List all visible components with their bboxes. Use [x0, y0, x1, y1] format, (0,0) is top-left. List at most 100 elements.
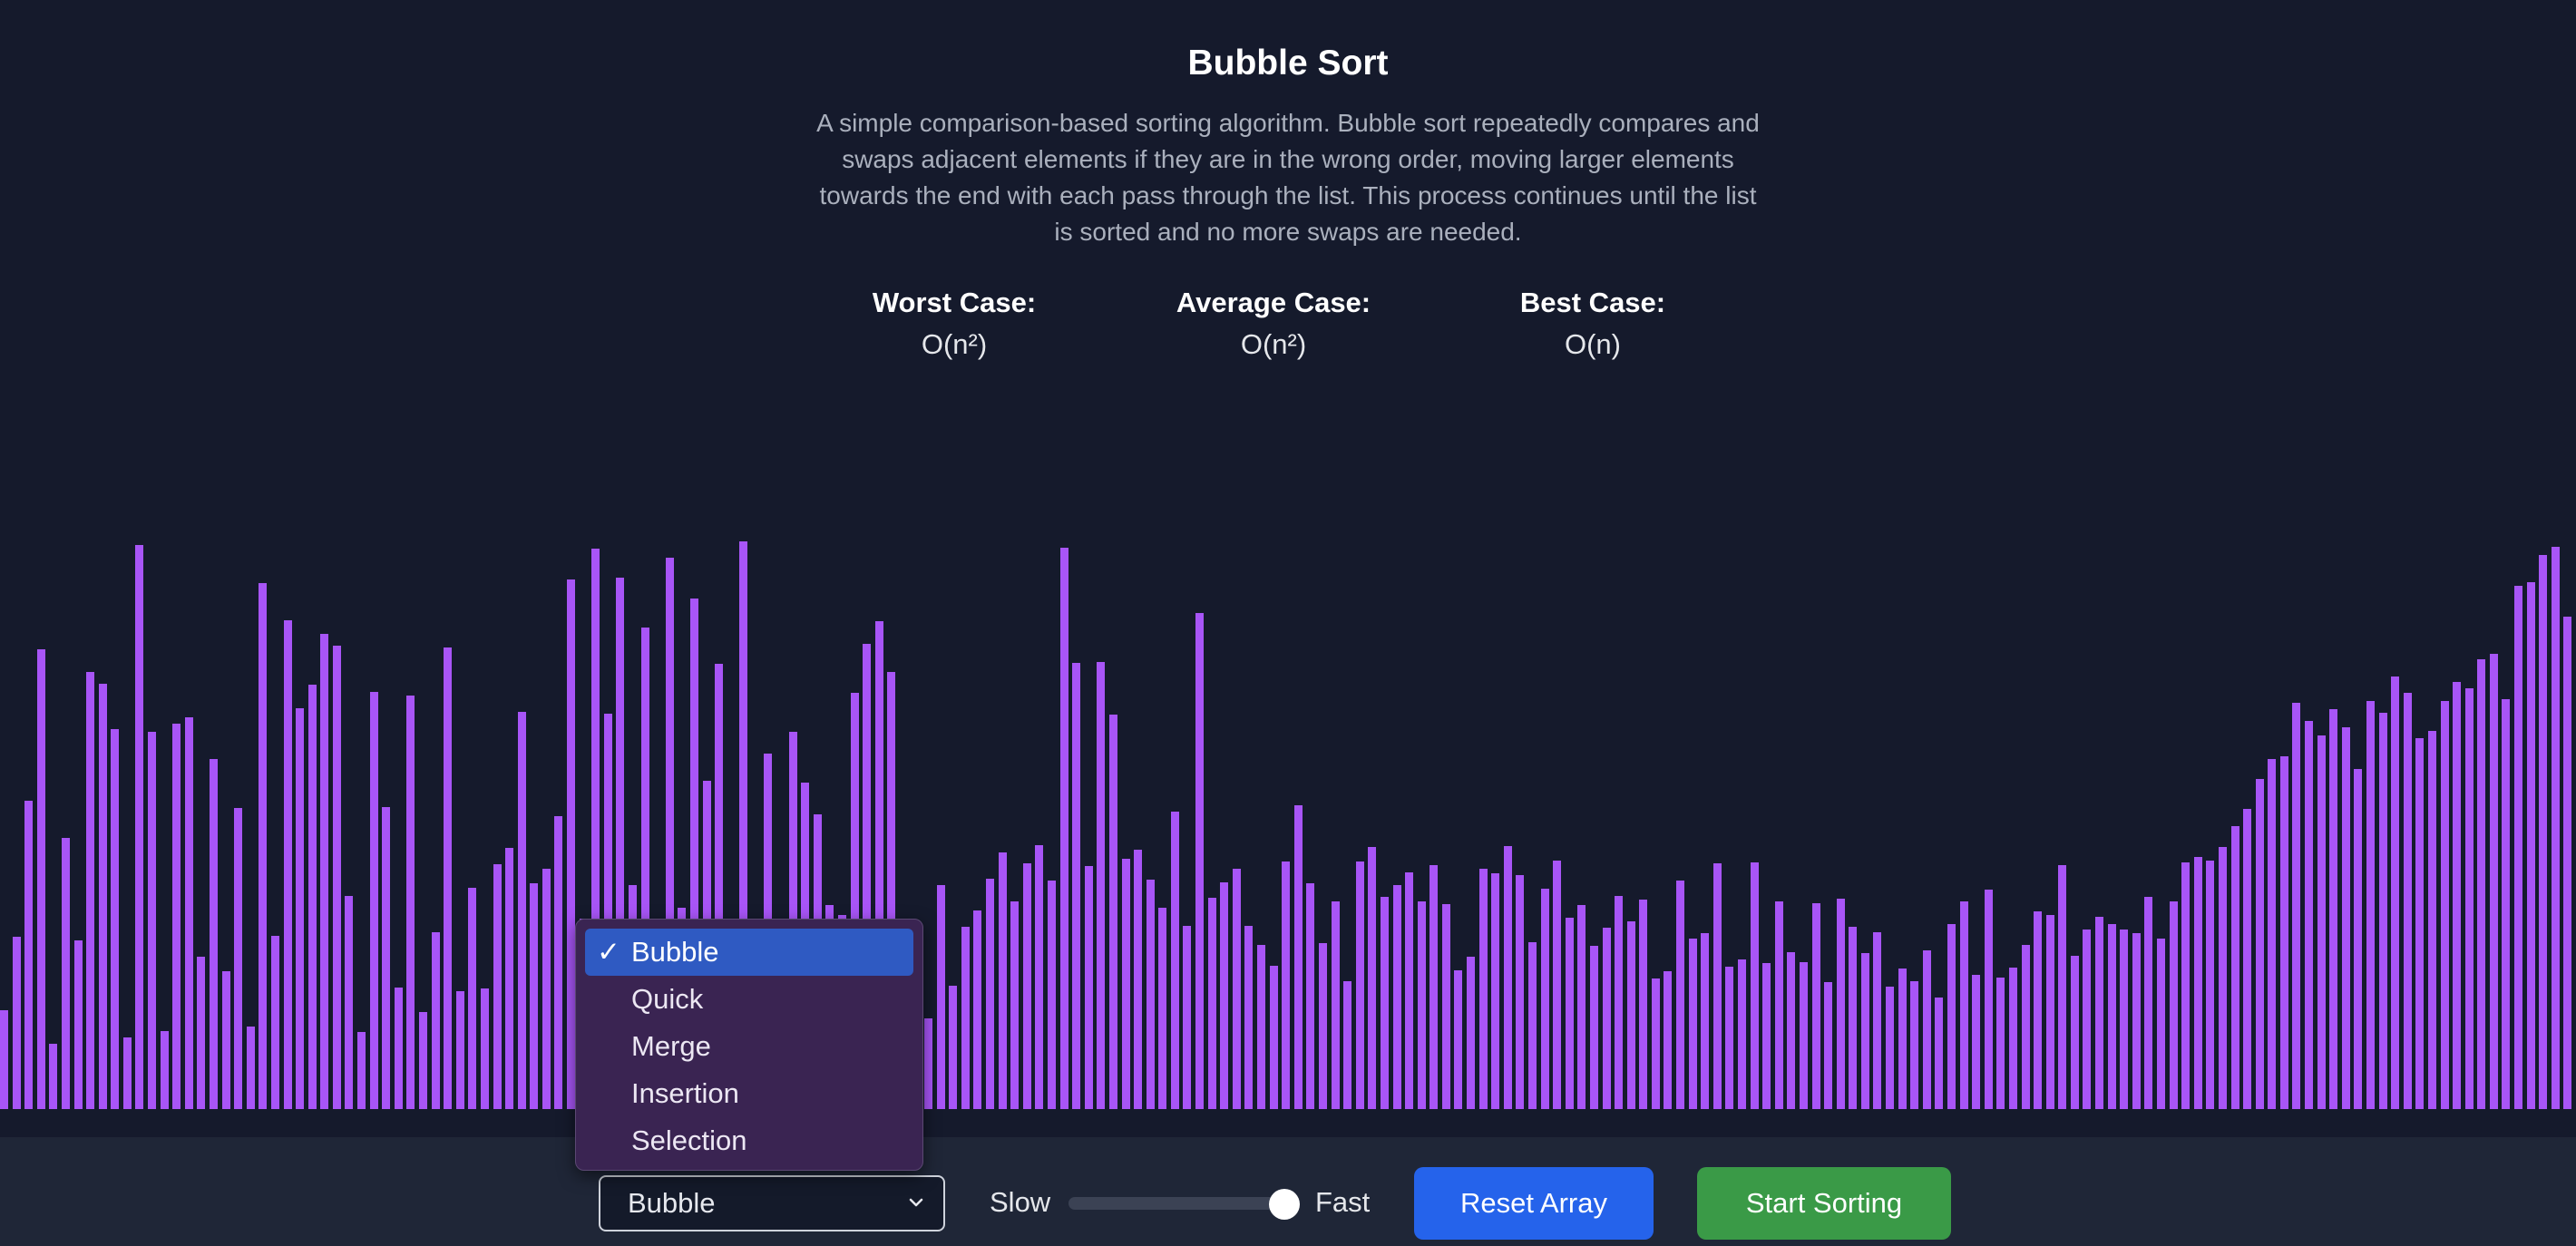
array-bar — [1935, 998, 1943, 1109]
array-bar — [1849, 927, 1857, 1109]
array-bar — [2527, 582, 2535, 1109]
algorithm-option-merge[interactable]: Merge — [585, 1023, 913, 1070]
array-bar — [1861, 953, 1869, 1109]
algorithm-option-label: Bubble — [631, 936, 719, 968]
array-bar — [2280, 756, 2288, 1109]
array-bar — [1332, 901, 1340, 1109]
array-bar — [123, 1037, 132, 1109]
array-bar — [357, 1032, 366, 1109]
array-bar — [1035, 845, 1043, 1109]
speed-slider-track[interactable] — [1068, 1197, 1297, 1210]
algorithm-option-label: Quick — [631, 983, 704, 1015]
array-bar — [222, 971, 230, 1109]
array-bar — [2292, 703, 2300, 1109]
array-bar — [1627, 921, 1635, 1109]
array-bar — [37, 649, 45, 1109]
algorithm-title: Bubble Sort — [1187, 44, 1389, 83]
array-bar — [247, 1027, 255, 1109]
array-bar — [2071, 956, 2079, 1109]
array-bar — [937, 885, 945, 1109]
array-bar — [24, 801, 33, 1109]
array-bar — [2243, 809, 2251, 1109]
array-bar — [2329, 709, 2337, 1109]
array-bar — [1873, 932, 1881, 1109]
array-bar — [1910, 981, 1918, 1109]
array-bar — [1060, 548, 1068, 1109]
array-bar — [1800, 962, 1808, 1109]
average-case-value: O(n²) — [1240, 328, 1307, 360]
array-bar — [2514, 586, 2522, 1109]
array-bar — [284, 620, 292, 1109]
array-bar — [1590, 946, 1598, 1109]
array-bar — [2268, 759, 2276, 1109]
array-bar — [949, 986, 957, 1109]
array-bar — [2157, 939, 2165, 1109]
worst-case-label: Worst Case: — [872, 287, 1037, 318]
array-bar — [2170, 901, 2178, 1109]
array-bar — [2465, 688, 2474, 1109]
array-bar — [1220, 882, 1228, 1109]
array-bar — [1985, 890, 1993, 1109]
array-bar — [382, 807, 390, 1109]
reset-array-button[interactable]: Reset Array — [1414, 1167, 1654, 1240]
array-bar — [99, 684, 107, 1109]
array-bar — [172, 724, 181, 1109]
array-bar — [1097, 662, 1105, 1109]
algorithm-option-bubble[interactable]: ✓ Bubble — [585, 929, 913, 976]
array-bar — [1183, 926, 1191, 1109]
array-bar — [1824, 982, 1832, 1109]
array-bar — [1147, 880, 1155, 1109]
array-bar — [197, 957, 205, 1109]
array-bar — [111, 729, 119, 1109]
array-bar — [345, 896, 353, 1109]
array-bar — [2108, 924, 2116, 1109]
array-bar — [406, 696, 415, 1109]
array-bar — [518, 712, 526, 1109]
array-bar — [1886, 987, 1894, 1109]
array-bar — [161, 1031, 169, 1109]
array-bar — [1244, 926, 1253, 1109]
algorithm-option-insertion[interactable]: Insertion — [585, 1070, 913, 1117]
start-sorting-button[interactable]: Start Sorting — [1697, 1167, 1951, 1240]
array-bar — [1270, 966, 1278, 1109]
array-bar — [1393, 885, 1401, 1109]
array-bar — [456, 991, 464, 1109]
algorithm-option-quick[interactable]: Quick — [585, 976, 913, 1023]
array-bar — [2342, 727, 2350, 1109]
array-bar — [2354, 769, 2362, 1109]
array-bar — [1960, 901, 1968, 1109]
array-bar — [505, 848, 513, 1109]
array-bar — [1996, 978, 2005, 1109]
array-bar — [135, 545, 143, 1109]
array-bar — [49, 1044, 57, 1109]
array-bar — [2563, 617, 2571, 1109]
checkmark-icon: ✓ — [597, 936, 620, 968]
array-bar — [1454, 970, 1462, 1109]
array-bar — [2317, 735, 2326, 1109]
array-bar — [395, 988, 403, 1109]
array-bar — [2194, 857, 2202, 1109]
algorithm-select[interactable]: Bubble — [599, 1175, 945, 1231]
array-bar — [2083, 930, 2091, 1109]
array-bar — [2231, 826, 2239, 1109]
array-bar — [296, 708, 304, 1109]
array-bar — [1134, 850, 1142, 1109]
array-bar — [1553, 861, 1561, 1109]
algorithm-option-selection[interactable]: Selection — [585, 1117, 913, 1164]
array-bar — [2181, 862, 2190, 1109]
array-bar — [2502, 699, 2510, 1109]
average-case-label: Average Case: — [1176, 287, 1371, 318]
array-bar — [1429, 865, 1438, 1109]
algorithm-option-label: Merge — [631, 1030, 711, 1062]
array-bar — [308, 685, 317, 1109]
array-bar — [2219, 847, 2227, 1109]
array-bar — [1689, 939, 1697, 1109]
array-bar — [1725, 967, 1733, 1109]
array-bar — [1751, 862, 1759, 1109]
best-case-value: O(n) — [1565, 328, 1621, 360]
array-bar — [2477, 659, 2485, 1109]
speed-slider-thumb[interactable] — [1269, 1189, 1300, 1220]
array-bar — [1356, 861, 1364, 1109]
array-bar — [1528, 942, 1537, 1109]
algorithm-option-label: Selection — [631, 1124, 747, 1156]
